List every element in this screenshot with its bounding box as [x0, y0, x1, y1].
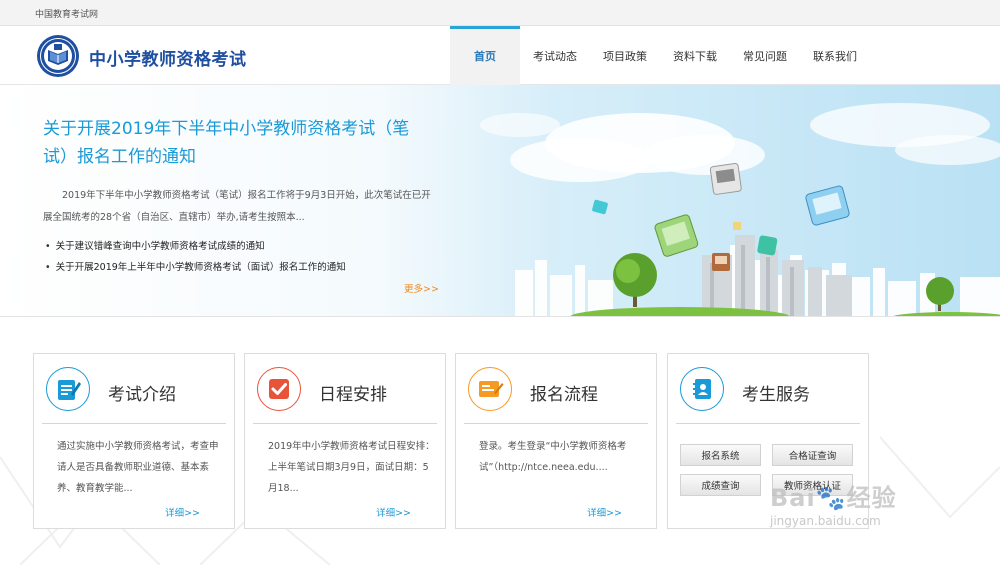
nav-downloads[interactable]: 资料下载 — [660, 26, 730, 85]
nav-label: 常见问题 — [743, 49, 787, 63]
news-list: 关于建议错峰查询中小学教师资格考试成绩的通知 关于开展2019年上半年中小学教师… — [45, 236, 346, 278]
card-title[interactable]: 考试介绍 — [108, 380, 176, 405]
card-text: 2019年中小学教师资格考试日程安排：上半年笔试日期3月9日，面试日期：5月18… — [268, 441, 435, 494]
document-pen-icon — [46, 367, 90, 411]
card-title[interactable]: 日程安排 — [319, 380, 387, 405]
news-item[interactable]: 关于建议错峰查询中小学教师资格考试成绩的通知 — [45, 236, 346, 257]
top-strip: 中国教育考试网 — [0, 0, 1000, 26]
nav-faq[interactable]: 常见问题 — [730, 26, 800, 85]
contact-book-icon — [680, 367, 724, 411]
divider — [464, 423, 648, 424]
divider — [676, 423, 860, 424]
divider — [42, 423, 226, 424]
watermark-brand-latin: Bai — [770, 484, 816, 512]
watermark-brand-cn: 经验 — [846, 484, 897, 512]
site-brand[interactable]: 中小学教师资格考试 — [89, 45, 247, 70]
checkmark-icon — [257, 367, 301, 411]
more-link[interactable]: 更多>> — [404, 281, 439, 295]
nav-label: 联系我们 — [813, 49, 857, 63]
nav-label: 首页 — [474, 49, 496, 63]
nav-policy[interactable]: 项目政策 — [590, 26, 660, 85]
city-illustration — [480, 103, 1000, 316]
details-link[interactable]: 详细>> — [587, 505, 622, 519]
headline-link[interactable]: 关于开展2019年下半年中小学教师资格考试（笔试）报名工作的通知 — [43, 115, 433, 171]
nav-home[interactable]: 首页 — [450, 26, 520, 85]
headline-summary: 2019年下半年中小学教师资格考试（笔试）报名工作将于9月3日开始，此次笔试在已… — [43, 190, 431, 223]
watermark-url: jingyan.baidu.com — [770, 514, 881, 528]
nav-label: 项目政策 — [603, 49, 647, 63]
card-text: 通过实施中小学教师资格考试，考查申请人是否具备教师职业道德、基本素养、教育教学能… — [57, 441, 219, 494]
news-item[interactable]: 关于开展2019年上半年中小学教师资格考试（面试）报名工作的通知 — [45, 257, 346, 278]
divider — [253, 423, 437, 424]
main-nav: 首页 考试动态 项目政策 资料下载 常见问题 联系我们 — [450, 26, 870, 85]
hero-banner: 关于开展2019年下半年中小学教师资格考试（笔试）报名工作的通知 2019年下半… — [0, 85, 1000, 317]
watermark-brand: Bai🐾经验 — [770, 484, 897, 512]
score-query-button[interactable]: 成绩查询 — [680, 474, 761, 496]
watermark: Bai🐾经验 jingyan.baidu.com — [770, 478, 897, 528]
card-exam-intro: 考试介绍 通过实施中小学教师资格考试，考查申请人是否具备教师职业道德、基本素养、… — [33, 353, 235, 529]
card-schedule: 日程安排 2019年中小学教师资格考试日程安排：上半年笔试日期3月9日，面试日期… — [244, 353, 446, 529]
site-name[interactable]: 中国教育考试网 — [35, 7, 98, 20]
registration-system-button[interactable]: 报名系统 — [680, 444, 761, 466]
certificate-query-button[interactable]: 合格证查询 — [772, 444, 853, 466]
card-registration: 报名流程 登录。考生登录“中小学教师资格考试”（http://ntce.neea… — [455, 353, 657, 529]
details-link[interactable]: 详细>> — [165, 505, 200, 519]
nav-label: 考试动态 — [533, 49, 577, 63]
card-title[interactable]: 考生服务 — [742, 380, 810, 405]
details-link[interactable]: 详细>> — [376, 505, 411, 519]
header: 中小学教师资格考试 首页 考试动态 项目政策 资料下载 常见问题 联系我们 — [0, 26, 1000, 85]
nav-label: 资料下载 — [673, 49, 717, 63]
nav-exam-news[interactable]: 考试动态 — [520, 26, 590, 85]
card-text: 登录。考生登录“中小学教师资格考试”（http://ntce.neea.edu.… — [479, 441, 627, 473]
nav-contact[interactable]: 联系我们 — [800, 26, 870, 85]
card-title[interactable]: 报名流程 — [530, 380, 598, 405]
form-pen-icon — [468, 367, 512, 411]
exam-logo-icon[interactable] — [36, 34, 80, 78]
